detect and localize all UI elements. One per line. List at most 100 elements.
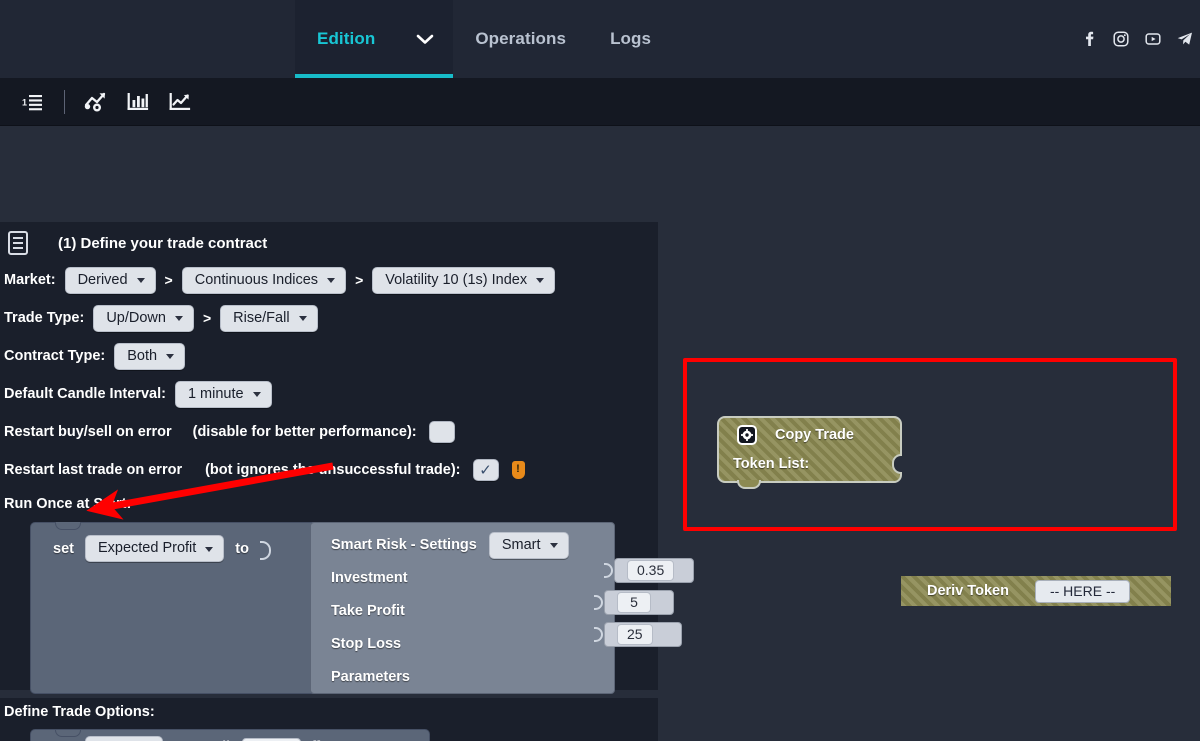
tab-operations[interactable]: Operations <box>453 0 588 78</box>
row-restart-last-trade: Restart last trade on error (bot ignores… <box>0 451 658 489</box>
facebook-icon[interactable] <box>1080 30 1098 48</box>
row-market: Market: Derived > Continuous Indices > V… <box>0 261 658 299</box>
market-dropdown-1[interactable]: Derived <box>65 267 156 294</box>
token-list-label: Token List: <box>733 456 809 472</box>
telegram-icon[interactable] <box>1176 30 1194 48</box>
trade-type-dropdown-1[interactable]: Up/Down <box>93 305 194 332</box>
smart-risk-row-stop-loss: Stop Loss <box>311 627 614 660</box>
parameters-label: Parameters <box>331 669 410 685</box>
chevron-down-icon <box>166 354 174 359</box>
restart-buysell-label: Restart buy/sell on error <box>4 424 172 440</box>
tab-logs-label: Logs <box>610 29 651 49</box>
block-set-trade[interactable]: set Trade to “ None ” <box>30 729 430 741</box>
blocks-list-icon[interactable]: 1 <box>18 87 48 117</box>
trade-type-dropdown-2[interactable]: Rise/Fall <box>220 305 317 332</box>
tab-edition[interactable]: Edition <box>295 0 397 78</box>
block1-header: (1) Define your trade contract <box>0 222 658 261</box>
block-notch <box>55 522 81 530</box>
gear-icon[interactable] <box>737 425 757 445</box>
trade-text-value[interactable]: None <box>242 738 301 741</box>
market-dropdown-3[interactable]: Volatility 10 (1s) Index <box>372 267 555 294</box>
run-once-label: Run Once at Start: <box>4 496 131 512</box>
take-profit-value[interactable]: 5 <box>617 592 651 613</box>
market-label: Market: <box>4 272 56 288</box>
top-navigation-bar: Edition Operations Logs <box>0 0 1200 78</box>
smart-risk-row-take-profit: Take Profit <box>311 594 614 627</box>
deriv-token-input[interactable]: -- HERE -- <box>1035 580 1130 603</box>
market-dropdown-2[interactable]: Continuous Indices <box>182 267 346 294</box>
stop-loss-label: Stop Loss <box>331 636 401 652</box>
value-block-investment[interactable]: 0.35 <box>614 558 694 583</box>
chevron-down-icon <box>550 543 558 548</box>
candle-interval-dropdown[interactable]: 1 minute <box>175 381 272 408</box>
candle-interval-label: Default Candle Interval: <box>4 386 166 402</box>
market-dropdown-2-value: Continuous Indices <box>195 272 318 288</box>
smart-risk-row-parameters: Parameters <box>311 660 614 693</box>
row-restart-buysell: Restart buy/sell on error (disable for b… <box>0 413 658 451</box>
stop-loss-value[interactable]: 25 <box>617 624 653 645</box>
youtube-icon[interactable] <box>1144 30 1162 48</box>
value-block-stop-loss[interactable]: 25 <box>604 622 682 647</box>
block1-title: (1) Define your trade contract <box>40 235 267 252</box>
define-trade-options-label: Define Trade Options: <box>0 698 658 720</box>
block-notch <box>55 729 81 737</box>
block-smart-risk-settings[interactable]: Smart Risk - Settings Smart Investment T… <box>310 522 615 694</box>
variable-dropdown-value: Expected Profit <box>98 540 196 556</box>
social-links <box>1080 0 1200 78</box>
tab-edition-label: Edition <box>317 29 375 49</box>
contract-type-dropdown[interactable]: Both <box>114 343 185 370</box>
trade-type-dropdown-2-value: Rise/Fall <box>233 310 289 326</box>
blockly-workspace[interactable]: (1) Define your trade contract Market: D… <box>0 126 1200 741</box>
variable-dropdown[interactable]: Expected Profit <box>85 535 224 562</box>
take-profit-label: Take Profit <box>331 603 405 619</box>
bar-chart-icon[interactable] <box>123 87 153 117</box>
warning-badge-icon[interactable] <box>512 461 525 479</box>
market-separator-2: > <box>355 272 363 288</box>
row-trade-type: Trade Type: Up/Down > Rise/Fall <box>0 299 658 337</box>
topbar-left-spacer <box>0 0 295 78</box>
smart-risk-mode-dropdown[interactable]: Smart <box>489 532 569 559</box>
svg-text:1: 1 <box>22 97 27 107</box>
chevron-down-icon <box>137 278 145 283</box>
trade-type-separator: > <box>203 310 211 326</box>
restart-last-trade-checkbox[interactable]: ✓ <box>473 459 499 481</box>
restart-last-trade-label: Restart last trade on error <box>4 462 182 478</box>
smart-risk-mode-value: Smart <box>502 537 541 553</box>
chevron-down-icon <box>175 316 183 321</box>
chevron-down-icon <box>253 392 261 397</box>
tab-logs[interactable]: Logs <box>588 0 673 78</box>
instagram-icon[interactable] <box>1112 30 1130 48</box>
row-run-once: Run Once at Start: <box>0 489 658 519</box>
check-icon: ✓ <box>479 463 492 478</box>
restart-buysell-checkbox[interactable] <box>429 421 455 443</box>
contract-type-label: Contract Type: <box>4 348 105 364</box>
row-contract-type: Contract Type: Both <box>0 337 658 375</box>
trade-variable-dropdown[interactable]: Trade <box>85 736 163 741</box>
trade-type-dropdown-1-value: Up/Down <box>106 310 166 326</box>
investment-value[interactable]: 0.35 <box>627 560 674 581</box>
editor-toolbar: 1 <box>0 78 1200 126</box>
chevron-down-icon <box>299 316 307 321</box>
candle-interval-dropdown-value: 1 minute <box>188 386 244 402</box>
set-keyword: set <box>53 541 74 557</box>
chevron-down-icon <box>416 33 434 45</box>
flow-settings-icon[interactable] <box>81 87 111 117</box>
restart-last-trade-note: (bot ignores the unsuccessful trade): <box>205 462 460 478</box>
toolbar-divider <box>64 90 65 114</box>
market-separator-1: > <box>165 272 173 288</box>
tab-operations-label: Operations <box>475 29 566 49</box>
trade-type-label: Trade Type: <box>4 310 84 326</box>
contract-list-icon <box>8 231 28 255</box>
smart-risk-header: Smart Risk - Settings Smart <box>311 523 614 561</box>
line-chart-icon[interactable] <box>165 87 195 117</box>
value-socket <box>260 537 271 561</box>
edition-dropdown-toggle[interactable] <box>397 0 453 78</box>
trade-value-socket <box>199 737 210 741</box>
to-keyword: to <box>235 541 249 557</box>
chevron-down-icon <box>205 547 213 552</box>
block-deriv-token[interactable]: Deriv Token -- HERE -- <box>901 576 1171 606</box>
chevron-down-icon <box>327 278 335 283</box>
block-copy-trade[interactable]: Copy Trade Token List: <box>717 416 902 483</box>
value-block-take-profit[interactable]: 5 <box>604 590 674 615</box>
row-candle-interval: Default Candle Interval: 1 minute <box>0 375 658 413</box>
